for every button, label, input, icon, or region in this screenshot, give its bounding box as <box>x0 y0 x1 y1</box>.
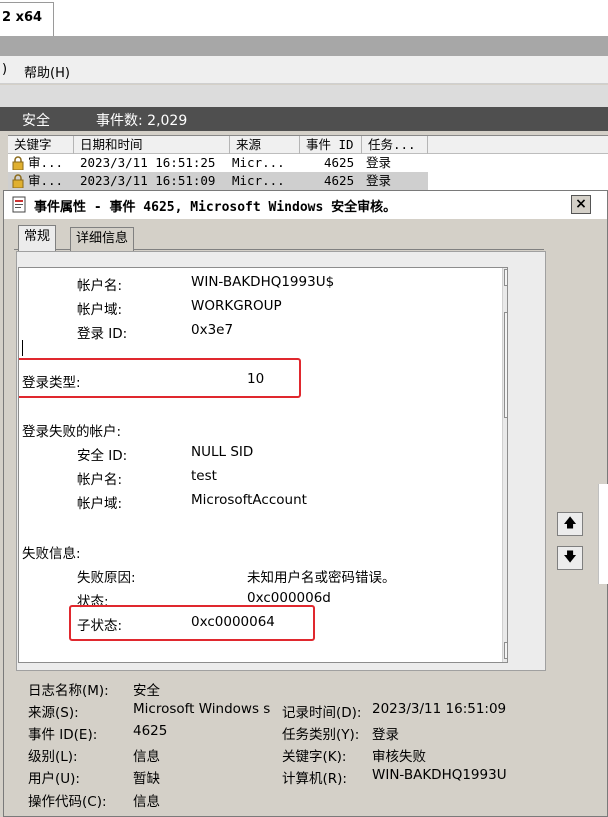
vertical-scrollbar[interactable]: ▲ ▼ <box>502 268 507 662</box>
tab-details[interactable]: 详细信息 <box>70 227 135 251</box>
user-value: 暂缺 <box>133 771 160 787</box>
keywords-label: 关键字(K): <box>282 749 347 765</box>
failed-account-domain-label: 帐户域: <box>77 496 123 512</box>
close-button[interactable]: × <box>571 195 591 214</box>
failed-account-domain-value: MicrosoftAccount <box>191 492 307 508</box>
menu-bar: ) 帮助(H) <box>0 56 608 84</box>
row-task: 登录 <box>366 173 392 188</box>
logged-value: 2023/3/11 16:51:09 <box>372 701 507 717</box>
event-list: 审... 2023/3/11 16:51:25 Micr... 4625 登录 … <box>8 154 608 192</box>
source-value: Microsoft Windows s <box>133 701 271 717</box>
event-description-textbox[interactable]: 帐户名: WIN-BAKDHQ1993U$ 帐户域: WORKGROUP 登录 … <box>18 267 508 663</box>
row-source: Micr... <box>232 173 285 188</box>
log-name-label: 日志名称(M): <box>28 683 109 699</box>
level-value: 信息 <box>133 749 160 765</box>
table-row[interactable]: 审... 2023/3/11 16:51:25 Micr... 4625 登录 <box>8 154 428 172</box>
row-datetime: 2023/3/11 16:51:09 <box>80 173 216 188</box>
scroll-down-arrow-icon[interactable]: ▼ <box>504 642 507 659</box>
highlight-logon-type <box>19 358 301 398</box>
row-event-id: 4625 <box>324 173 355 188</box>
account-domain-label: 帐户域: <box>77 302 123 318</box>
event-id-value: 4625 <box>133 723 168 739</box>
browser-tab-strip <box>0 0 608 36</box>
row-keyword: 审... <box>28 173 64 188</box>
next-event-button[interactable]: 🡇 <box>557 546 583 570</box>
event-id-label: 事件 ID(E): <box>28 727 98 743</box>
security-id-value: NULL SID <box>191 444 254 460</box>
account-name-value: WIN-BAKDHQ1993U$ <box>191 274 335 290</box>
log-name-title: 安全 <box>22 113 50 129</box>
column-event-id[interactable]: 事件 ID <box>300 136 362 154</box>
security-id-label: 安全 ID: <box>77 448 128 464</box>
task-category-value: 登录 <box>372 727 399 743</box>
row-keyword: 审... <box>28 155 64 170</box>
source-label: 来源(S): <box>28 705 79 721</box>
tab-general[interactable]: 常规 <box>18 225 57 251</box>
task-category-label: 任务类别(Y): <box>282 727 360 743</box>
background-window-edge <box>598 484 608 584</box>
toolbar-strip <box>0 85 608 107</box>
dialog-titlebar: 事件属性 - 事件 4625, Microsoft Windows 安全审核。 … <box>4 191 607 219</box>
computer-value: WIN-BAKDHQ1993U <box>372 767 507 783</box>
keywords-value: 审核失败 <box>372 749 426 765</box>
app-tab-label: 2 x64 <box>2 10 43 25</box>
column-datetime[interactable]: 日期和时间 <box>74 136 230 154</box>
event-list-columns: 关键字 日期和时间 来源 事件 ID 任务... <box>8 135 608 154</box>
column-source[interactable]: 来源 <box>230 136 300 154</box>
table-row[interactable]: 审... 2023/3/11 16:51:09 Micr... 4625 登录 <box>8 172 428 190</box>
scroll-thumb[interactable] <box>504 312 507 418</box>
failed-account-name-label: 帐户名: <box>77 472 123 488</box>
logon-id-value: 0x3e7 <box>191 322 234 338</box>
event-properties-dialog: 事件属性 - 事件 4625, Microsoft Windows 安全审核。 … <box>3 190 608 817</box>
log-name-value: 安全 <box>133 683 160 699</box>
lock-icon <box>12 156 24 170</box>
dialog-title: 事件属性 - 事件 4625, Microsoft Windows 安全审核。 <box>34 200 397 215</box>
failure-reason-value: 未知用户名或密码错误。 <box>247 570 396 586</box>
scroll-up-arrow-icon[interactable]: ▲ <box>504 269 507 286</box>
account-domain-value: WORKGROUP <box>191 298 282 314</box>
previous-event-button[interactable]: 🡅 <box>557 512 583 536</box>
row-event-id: 4625 <box>324 155 355 170</box>
logged-label: 记录时间(D): <box>282 705 362 721</box>
failure-info-heading: 失败信息: <box>22 546 81 562</box>
user-label: 用户(U): <box>28 771 80 787</box>
highlight-sub-status <box>69 605 315 641</box>
column-task[interactable]: 任务... <box>362 136 428 154</box>
failed-account-name-value: test <box>191 468 217 484</box>
event-count: 事件数: 2,029 <box>96 113 188 129</box>
opcode-label: 操作代码(C): <box>28 794 107 810</box>
lock-icon <box>12 174 24 188</box>
failed-account-heading: 登录失败的帐户: <box>22 424 122 440</box>
logon-id-label: 登录 ID: <box>77 326 128 342</box>
row-source: Micr... <box>232 155 285 170</box>
failure-reason-label: 失败原因: <box>77 570 136 586</box>
window-titlebar <box>0 36 608 56</box>
row-datetime: 2023/3/11 16:51:25 <box>80 155 216 170</box>
menu-item-partial[interactable]: ) <box>2 62 7 77</box>
level-label: 级别(L): <box>28 749 78 765</box>
row-task: 登录 <box>366 155 392 170</box>
menu-item-help[interactable]: 帮助(H) <box>24 62 70 81</box>
event-log-icon <box>12 196 26 213</box>
computer-label: 计算机(R): <box>282 771 347 787</box>
event-list-header: 安全 事件数: 2,029 <box>0 107 608 131</box>
opcode-value: 信息 <box>133 794 160 810</box>
status-value: 0xc000006d <box>247 590 331 606</box>
app-tab[interactable]: 2 x64 <box>0 2 54 36</box>
account-name-label: 帐户名: <box>77 278 123 294</box>
text-cursor <box>22 340 23 356</box>
column-keyword[interactable]: 关键字 <box>8 136 74 154</box>
